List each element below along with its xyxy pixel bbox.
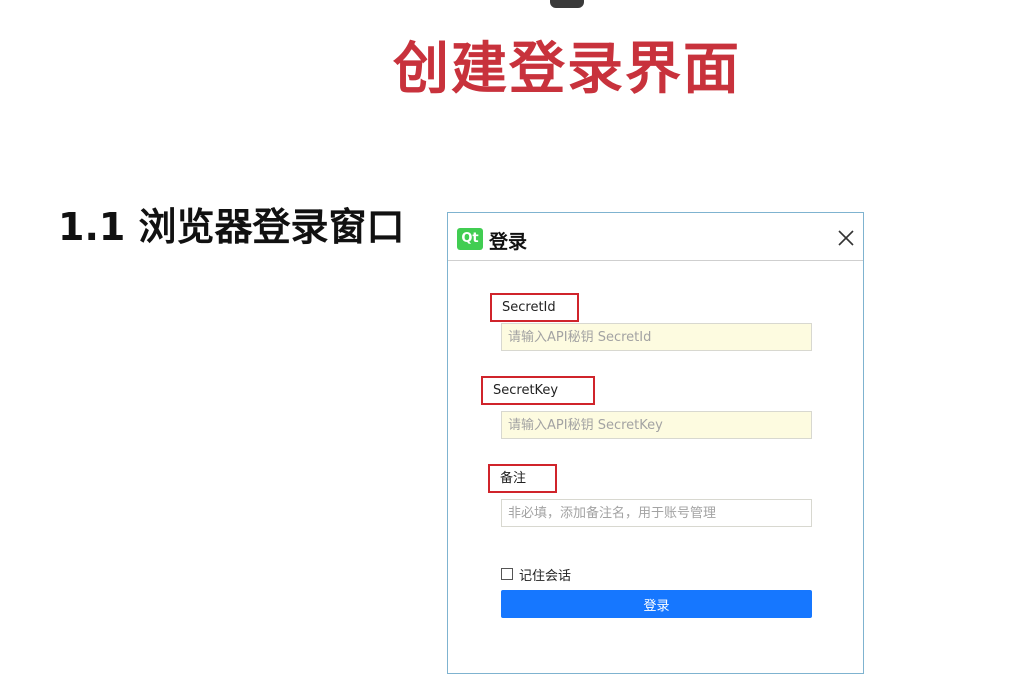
- secretkey-label: SecretKey: [481, 376, 595, 405]
- close-icon[interactable]: [835, 227, 857, 249]
- secretid-label: SecretId: [490, 293, 579, 322]
- login-dialog: Qt 登录 SecretId SecretKey 备注 记住会话 登录: [447, 212, 864, 674]
- secretkey-input[interactable]: [501, 411, 812, 439]
- remember-checkbox[interactable]: [501, 568, 513, 580]
- slide-title: 创建登录界面: [393, 37, 741, 102]
- qt-logo-icon: Qt: [457, 228, 483, 250]
- top-tab: [550, 0, 584, 8]
- remember-session[interactable]: 记住会话: [501, 565, 572, 584]
- dialog-title: 登录: [489, 231, 528, 253]
- remember-label: 记住会话: [519, 568, 572, 584]
- slide: 创建登录界面 1.1 浏览器登录窗口 Qt 登录 SecretId Secret…: [0, 0, 1024, 688]
- remark-input[interactable]: [501, 499, 812, 527]
- secretid-input[interactable]: [501, 323, 812, 351]
- remark-label: 备注: [488, 464, 557, 493]
- login-button[interactable]: 登录: [501, 590, 812, 618]
- section-heading: 1.1 浏览器登录窗口: [58, 205, 405, 249]
- dialog-header: Qt 登录: [448, 213, 863, 261]
